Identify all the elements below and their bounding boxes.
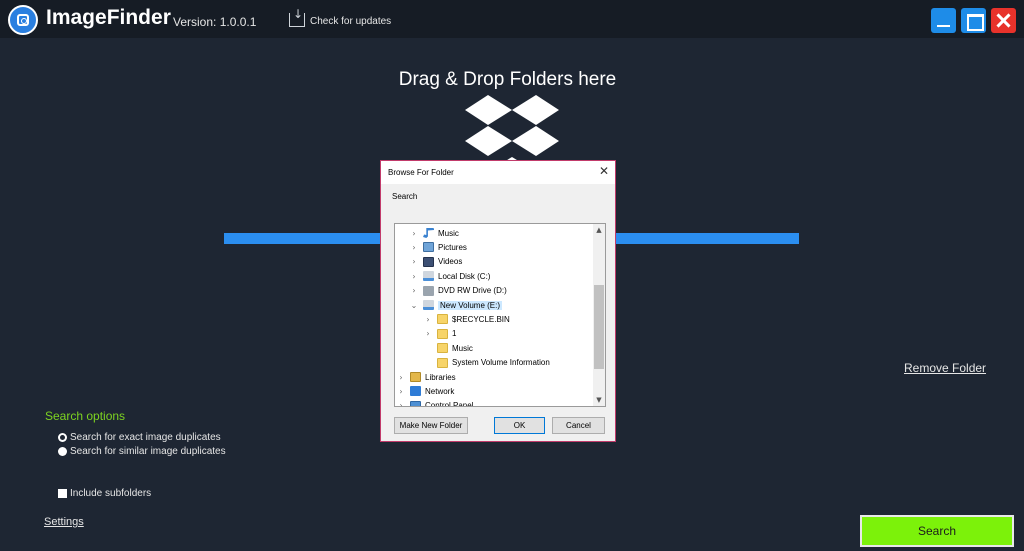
tree-item-label: DVD RW Drive (D:) — [438, 286, 507, 296]
drive-icon — [423, 300, 434, 310]
folder-icon — [437, 328, 448, 339]
chevron-right-icon[interactable]: › — [409, 257, 419, 266]
tree-item[interactable]: › Pictures — [409, 240, 467, 254]
dialog-title: Browse For Folder — [388, 168, 454, 177]
drop-zone-title: Drag & Drop Folders here — [398, 69, 617, 90]
dvd-icon — [423, 285, 434, 296]
radio-exact-duplicates[interactable]: Search for exact image duplicates — [58, 432, 221, 443]
tree-item-label: Libraries — [425, 372, 456, 382]
app-logo-icon — [8, 5, 38, 35]
checkbox[interactable] — [58, 489, 67, 498]
tree-scrollbar[interactable]: ▲ ▼ — [593, 224, 605, 406]
tree-item[interactable]: › Network — [396, 384, 454, 398]
dialog-search-label: Search — [392, 192, 418, 201]
tree-item-label: Network — [425, 386, 455, 396]
ok-button[interactable]: OK — [494, 417, 545, 434]
tree-item-label: Pictures — [438, 242, 467, 252]
tree-item[interactable]: › 1 — [423, 327, 456, 341]
radio-exact-label: Search for exact image duplicates — [70, 432, 221, 443]
chevron-right-icon[interactable]: › — [409, 272, 419, 281]
include-subfolders-label: Include subfolders — [70, 488, 152, 499]
chevron-right-icon[interactable]: › — [396, 387, 406, 396]
control-panel-icon — [410, 400, 421, 406]
tree-item-label: System Volume Information — [452, 358, 550, 368]
cancel-button[interactable]: Cancel — [552, 417, 605, 434]
search-button[interactable]: Search — [860, 515, 1014, 547]
tree-item[interactable]: System Volume Information — [423, 356, 550, 370]
tree-item-label: Music — [452, 343, 473, 353]
network-icon — [410, 386, 421, 397]
tree-item[interactable]: › Music — [409, 226, 459, 240]
tree-item-label: $RECYCLE.BIN — [452, 314, 510, 324]
libraries-icon — [410, 372, 421, 382]
radio-similar-label: Search for similar image duplicates — [70, 446, 226, 457]
minimize-button[interactable] — [931, 8, 956, 33]
radio-button[interactable] — [58, 447, 67, 456]
tree-item[interactable]: › $RECYCLE.BIN — [423, 312, 510, 326]
chevron-right-icon[interactable]: › — [423, 329, 433, 338]
download-icon[interactable] — [289, 7, 305, 27]
videos-icon — [423, 256, 434, 267]
close-button[interactable] — [991, 8, 1016, 33]
scroll-thumb[interactable] — [594, 285, 604, 369]
tree-item[interactable]: Music — [423, 341, 473, 355]
search-options-title: Search options — [45, 409, 126, 423]
tree-item-label: Control Panel — [425, 401, 474, 407]
browse-folder-dialog: Browse For Folder ✕ Search › Music › Pictur… — [380, 160, 616, 442]
tree-item[interactable]: › Libraries — [396, 370, 456, 384]
scroll-up-icon[interactable]: ▲ — [593, 224, 605, 236]
folder-icon — [437, 314, 448, 325]
maximize-button[interactable] — [961, 8, 986, 33]
tree-item-label: New Volume (E:) — [438, 300, 503, 310]
tree-item[interactable]: › DVD RW Drive (D:) — [409, 284, 507, 298]
settings-link[interactable]: Settings — [44, 516, 84, 528]
app-version: Version: 1.0.0.1 — [173, 15, 257, 29]
tree-item-label: Local Disk (C:) — [438, 271, 491, 281]
tree-item[interactable]: ⌄ New Volume (E:) — [409, 298, 503, 312]
drive-icon — [423, 271, 434, 282]
tree-item-label: Music — [438, 228, 459, 238]
chevron-right-icon[interactable]: › — [409, 243, 419, 252]
tree-item[interactable]: › Videos — [409, 255, 462, 269]
radio-button[interactable] — [58, 433, 67, 442]
make-new-folder-button[interactable]: Make New Folder — [394, 417, 468, 434]
scroll-down-icon[interactable]: ▼ — [593, 394, 605, 406]
dialog-close-icon[interactable]: ✕ — [599, 164, 609, 178]
folder-tree[interactable]: › Music › Pictures › Videos › Local Disk (C:) › D… — [394, 223, 606, 407]
include-subfolders-checkbox[interactable]: Include subfolders — [58, 488, 151, 499]
pictures-icon — [423, 242, 434, 253]
tree-item-label: Videos — [438, 257, 463, 267]
check-updates-link[interactable]: Check for updates — [310, 16, 391, 27]
chevron-right-icon[interactable]: › — [396, 373, 406, 382]
chevron-right-icon[interactable]: › — [409, 229, 419, 238]
chevron-right-icon[interactable]: › — [409, 286, 419, 295]
music-icon — [423, 228, 434, 238]
folder-icon — [437, 357, 448, 368]
folder-icon — [437, 343, 448, 354]
tree-item[interactable]: › Control Panel — [396, 399, 474, 407]
chevron-down-icon[interactable]: ⌄ — [409, 301, 419, 310]
remove-folder-link[interactable]: Remove Folder — [904, 361, 986, 375]
radio-similar-duplicates[interactable]: Search for similar image duplicates — [58, 446, 226, 457]
chevron-right-icon[interactable]: › — [423, 315, 433, 324]
chevron-right-icon[interactable]: › — [396, 401, 406, 406]
app-title: ImageFinder — [46, 6, 171, 29]
title-bar: ImageFinder Version: 1.0.0.1 Check for u… — [0, 0, 1024, 38]
tree-item[interactable]: › Local Disk (C:) — [409, 269, 490, 283]
tree-item-label: 1 — [452, 329, 457, 339]
dialog-title-bar: Browse For Folder ✕ — [381, 161, 615, 184]
